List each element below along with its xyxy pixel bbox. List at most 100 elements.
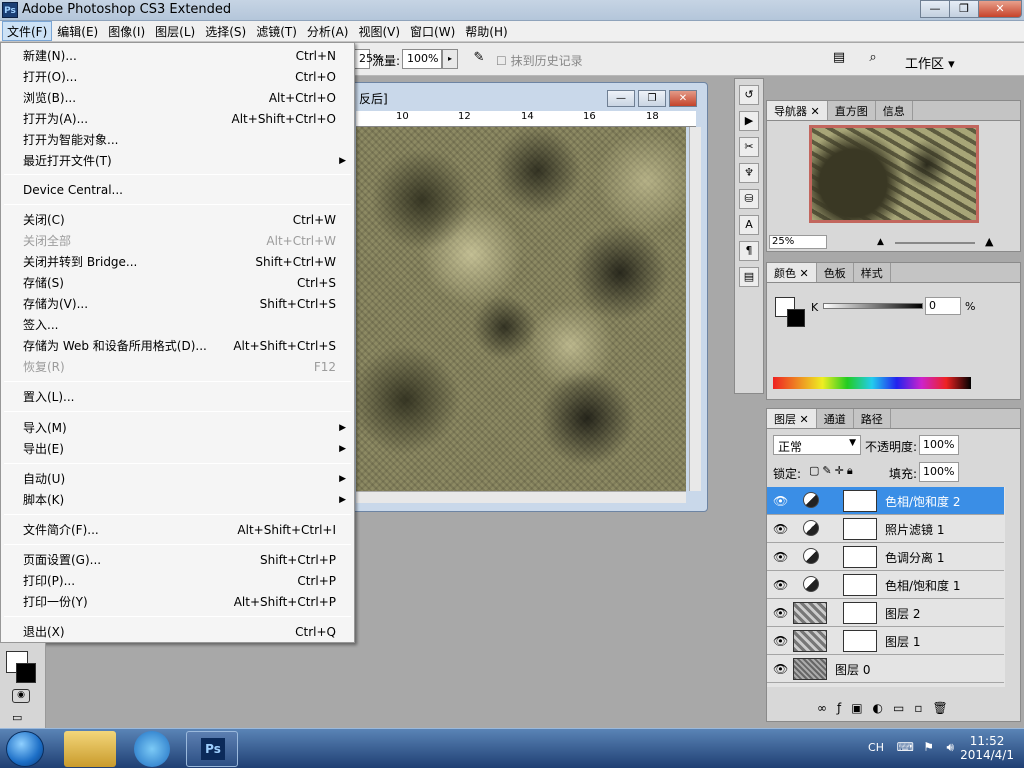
layer-actions-icons[interactable]: ∞ƒ▣◐▭▫🗑︎ — [817, 701, 958, 715]
tab-paths[interactable]: 路径 — [854, 409, 891, 428]
menu-item-close-go-bridge[interactable]: 关闭并转到 Bridge... Shift+Ctrl+W — [23, 252, 336, 272]
menu-item-open-as[interactable]: 打开为(A)... Alt+Shift+Ctrl+O — [23, 109, 336, 129]
flow-dropdown-icon[interactable]: ▸ — [442, 49, 458, 69]
tab-info[interactable]: 信息 — [876, 101, 913, 120]
visibility-eye-icon[interactable]: 👁︎ — [773, 550, 788, 564]
menu-item-print[interactable]: 打印(P)... Ctrl+P — [23, 571, 336, 591]
menu-item-check-in[interactable]: 签入... — [23, 315, 336, 335]
menu-view[interactable]: 视图(V) — [353, 21, 405, 41]
tab-styles[interactable]: 样式 — [854, 263, 891, 282]
menu-item-save[interactable]: 存储(S) Ctrl+S — [23, 273, 336, 293]
lock-icons[interactable]: ▢✎✛🔒︎ — [809, 464, 856, 478]
menu-item-save-for-web[interactable]: 存储为 Web 和设备所用格式(D)... Alt+Shift+Ctrl+S — [23, 336, 336, 356]
paragraph-icon[interactable]: ¶ — [739, 241, 759, 261]
tab-navigator[interactable]: 导航器 ✕ — [767, 101, 828, 120]
menu-item-open[interactable]: 打开(O)... Ctrl+O — [23, 67, 336, 87]
doc-minimize-button[interactable]: — — [607, 90, 635, 107]
document-window[interactable]: 反后] — ❐ ✕ 10 12 14 16 18 — [350, 82, 708, 512]
menu-item-place[interactable]: 置入(L)... — [23, 387, 336, 407]
menu-layer[interactable]: 图层(L) — [150, 21, 200, 41]
minimize-button[interactable]: — — [920, 0, 950, 18]
menu-help[interactable]: 帮助(H) — [460, 21, 512, 41]
layer-row[interactable]: 👁︎ 色相/饱和度 1 — [767, 571, 1004, 599]
explorer-icon[interactable] — [64, 731, 116, 767]
flag-icon[interactable]: ⚑ — [923, 740, 934, 754]
tool-presets-icon[interactable]: ✂ — [739, 137, 759, 157]
menu-item-automate[interactable]: 自动(U) ▶ — [23, 469, 346, 489]
menu-item-save-as[interactable]: 存储为(V)... Shift+Ctrl+S — [23, 294, 336, 314]
tab-histogram[interactable]: 直方图 — [828, 101, 876, 120]
color-ramp[interactable] — [773, 377, 971, 389]
close-button[interactable]: ✕ — [978, 0, 1022, 18]
tab-channels[interactable]: 通道 — [817, 409, 854, 428]
layer-row[interactable]: 👁︎ 图层 0 — [767, 655, 1004, 683]
layer-row[interactable]: 👁︎ 色相/饱和度 2 — [767, 487, 1004, 515]
visibility-eye-icon[interactable]: 👁︎ — [773, 578, 788, 592]
internet-explorer-icon[interactable] — [134, 731, 170, 767]
blend-mode-select[interactable]: 正常 ▼ — [773, 435, 861, 455]
zoom-in-icon[interactable]: ▲ — [985, 235, 993, 248]
menu-select[interactable]: 选择(S) — [200, 21, 251, 41]
menu-filter[interactable]: 滤镜(T) — [251, 21, 302, 41]
menu-item-page-setup[interactable]: 页面设置(G)... Shift+Ctrl+P — [23, 550, 336, 570]
zoom-out-icon[interactable]: ▲ — [877, 237, 884, 247]
menu-window[interactable]: 窗口(W) — [405, 21, 460, 41]
layer-comps-icon[interactable]: ▤ — [739, 267, 759, 287]
doc-maximize-button[interactable]: ❐ — [638, 90, 666, 107]
layer-row[interactable]: 👁︎ 图层 1 — [767, 627, 1004, 655]
tab-color[interactable]: 颜色 ✕ — [767, 263, 817, 282]
workspace-button[interactable]: 工作区 ▾ — [905, 53, 955, 72]
menu-item-device-central[interactable]: Device Central... — [23, 180, 336, 200]
menu-item-open-smart-object[interactable]: 打开为智能对象... — [23, 130, 336, 150]
foreground-color-swatch[interactable] — [16, 663, 36, 683]
k-value-field[interactable]: 0 — [925, 297, 961, 315]
menu-item-print-one[interactable]: 打印一份(Y) Alt+Shift+Ctrl+P — [23, 592, 336, 612]
color-fg-swatch[interactable] — [787, 309, 805, 327]
menu-item-file-info[interactable]: 文件简介(F)... Alt+Shift+Ctrl+I — [23, 520, 336, 540]
palette-icon[interactable]: ▤ — [828, 50, 850, 70]
screen-mode-icon[interactable]: ▭ — [12, 711, 22, 724]
actions-icon[interactable]: ▶ — [739, 111, 759, 131]
menu-item-recent-files[interactable]: 最近打开文件(T) ▶ — [23, 151, 346, 171]
horizontal-scrollbar[interactable] — [356, 491, 686, 503]
bridge-icon[interactable]: ⌕ — [862, 50, 884, 70]
menu-item-browse[interactable]: 浏览(B)... Alt+Ctrl+O — [23, 88, 336, 108]
volume-icon[interactable]: 🔊︎ — [946, 740, 954, 755]
visibility-eye-icon[interactable]: 👁︎ — [773, 606, 788, 620]
opacity-field[interactable]: 25% — [355, 49, 383, 69]
layer-opacity-field[interactable]: 100% — [919, 435, 959, 455]
menu-item-close[interactable]: 关闭(C) Ctrl+W — [23, 210, 336, 230]
visibility-eye-icon[interactable]: 👁︎ — [773, 662, 788, 676]
menu-analysis[interactable]: 分析(A) — [302, 21, 354, 41]
menu-item-exit[interactable]: 退出(X) Ctrl+Q — [23, 622, 336, 642]
quick-mask-icon[interactable]: ◉ — [12, 689, 30, 703]
zoom-slider[interactable] — [895, 242, 975, 244]
vertical-scrollbar[interactable] — [689, 127, 701, 491]
doc-close-button[interactable]: ✕ — [669, 90, 697, 107]
menu-item-export[interactable]: 导出(E) ▶ — [23, 439, 346, 459]
k-slider[interactable] — [823, 303, 923, 309]
visibility-eye-icon[interactable]: 👁︎ — [773, 634, 788, 648]
photoshop-taskbar-button[interactable]: Ps — [186, 731, 238, 767]
menu-image[interactable]: 图像(I) — [103, 21, 150, 41]
character-icon[interactable]: A — [739, 215, 759, 235]
start-button[interactable] — [6, 731, 44, 767]
visibility-eye-icon[interactable]: 👁︎ — [773, 494, 788, 508]
layer-fill-field[interactable]: 100% — [919, 462, 959, 482]
zoom-field[interactable]: 25% — [769, 235, 827, 249]
keyboard-icon[interactable]: ⌨ — [897, 740, 914, 754]
history-icon[interactable]: ↺ — [739, 85, 759, 105]
brushes-icon[interactable]: ♆ — [739, 163, 759, 183]
maximize-button[interactable]: ❐ — [949, 0, 979, 18]
layer-row[interactable]: 👁︎ 图层 2 — [767, 599, 1004, 627]
menu-item-new[interactable]: 新建(N)... Ctrl+N — [23, 46, 336, 66]
layer-row[interactable]: 👁︎ 照片滤镜 1 — [767, 515, 1004, 543]
navigator-thumbnail[interactable] — [809, 125, 979, 223]
tab-swatches[interactable]: 色板 — [817, 263, 854, 282]
image-canvas[interactable] — [356, 127, 686, 491]
clone-source-icon[interactable]: ⛁ — [739, 189, 759, 209]
airbrush-icon[interactable]: ✎ — [468, 50, 490, 70]
clock[interactable]: 11:52 2014/4/1 — [960, 734, 1014, 762]
menu-file[interactable]: 文件(F) — [2, 21, 53, 41]
flow-field[interactable]: 100% — [402, 49, 442, 69]
